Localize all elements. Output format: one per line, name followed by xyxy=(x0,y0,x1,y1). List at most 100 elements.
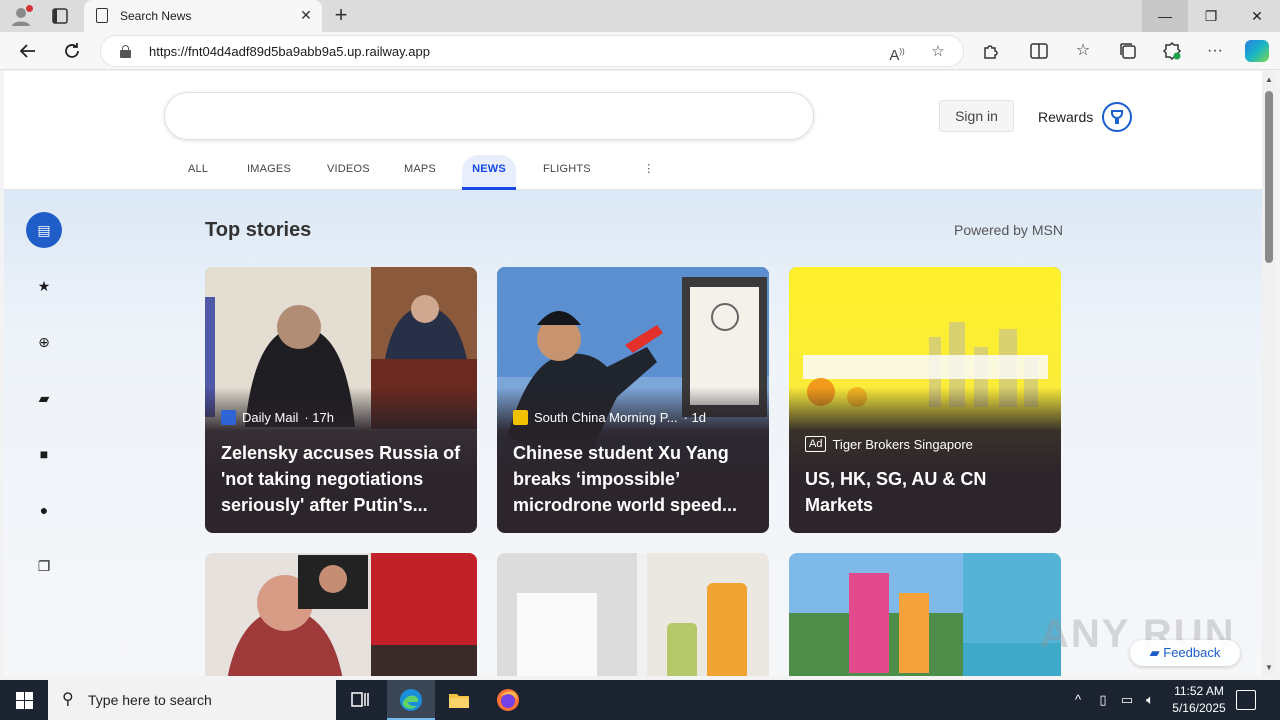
browser-titlebar: Search News ✕ + — ❐ ✕ xyxy=(0,0,1280,32)
source-age: · 17h xyxy=(304,410,334,425)
start-button[interactable] xyxy=(0,680,48,720)
copilot-icon[interactable] xyxy=(1245,40,1269,62)
globe-icon: ⊕ xyxy=(38,334,50,350)
news-card[interactable] xyxy=(497,553,769,676)
search-header: Sign in Rewards ALL IMAGES VIDEOS MAPS N… xyxy=(4,71,1262,203)
web-page: Sign in Rewards ALL IMAGES VIDEOS MAPS N… xyxy=(4,71,1262,676)
feedback-icon: ▰ xyxy=(1149,645,1160,660)
taskbar-search[interactable]: ⚲ Type here to search xyxy=(48,680,336,720)
edge-icon xyxy=(400,689,422,711)
feedback-button[interactable]: ▰ Feedback xyxy=(1130,640,1240,666)
url-text[interactable]: https://fnt04d4adf89d5ba9abb9a5.up.railw… xyxy=(149,44,430,59)
tab-title: Search News xyxy=(120,9,192,23)
minimize-button[interactable]: — xyxy=(1142,0,1188,32)
taskbar-file-explorer[interactable] xyxy=(435,680,483,720)
tab-videos[interactable]: VIDEOS xyxy=(317,155,380,187)
rewards-label[interactable]: Rewards xyxy=(1038,109,1093,125)
card-headline[interactable]: US, HK, SG, AU & CN Markets xyxy=(805,466,1045,518)
browser-toolbar: https://fnt04d4adf89d5ba9abb9a5.up.railw… xyxy=(0,32,1280,70)
feedback-label: Feedback xyxy=(1163,645,1221,660)
source-name: Daily Mail xyxy=(242,410,299,425)
profile-icon[interactable] xyxy=(10,5,33,27)
news-card[interactable]: Daily Mail · 17h Zelensky accuses Russia… xyxy=(205,267,477,533)
taskbar-edge[interactable] xyxy=(387,680,435,720)
stack-icon: ❐ xyxy=(37,558,51,574)
news-card[interactable] xyxy=(789,553,1061,676)
notification-icon[interactable] xyxy=(1236,690,1256,710)
rail-more-topics[interactable]: ❐ xyxy=(26,548,62,584)
ad-card[interactable]: Ad Tiger Brokers Singapore US, HK, SG, A… xyxy=(789,267,1061,533)
card-headline[interactable]: Chinese student Xu Yang breaks ‘impossib… xyxy=(513,440,753,518)
clock-time: 11:52 AM xyxy=(1174,684,1224,698)
network-icon[interactable]: ▭ xyxy=(1117,690,1137,710)
windows-taskbar: ⚲ Type here to search ^ ▯ ▭ 🔈︎ 11:52 AM … xyxy=(0,680,1280,720)
task-view-icon xyxy=(351,692,369,707)
page-scrollbar[interactable]: ▲ ▼ xyxy=(1262,71,1276,676)
taskbar-firefox[interactable] xyxy=(484,680,532,720)
page-icon xyxy=(96,8,108,23)
tab-all[interactable]: ALL xyxy=(178,155,218,187)
lock-icon[interactable] xyxy=(120,45,131,58)
extensions-icon[interactable] xyxy=(980,40,1002,62)
tab-flights[interactable]: FLIGHTS xyxy=(533,155,601,187)
collections-icon[interactable] xyxy=(1117,40,1139,62)
maximize-button[interactable]: ❐ xyxy=(1188,0,1234,32)
taskbar-search-placeholder: Type here to search xyxy=(88,692,212,708)
taskbar-clock[interactable]: 11:52 AM 5/16/2025 xyxy=(1160,683,1238,717)
rail-favorites[interactable]: ★ xyxy=(26,268,62,304)
search-input[interactable] xyxy=(164,92,814,140)
favorite-star-icon[interactable]: ☆ xyxy=(928,42,948,62)
tab-images[interactable]: IMAGES xyxy=(237,155,301,187)
newspaper-icon: ▤ xyxy=(37,222,51,238)
device-icon[interactable]: ▯ xyxy=(1093,690,1113,710)
windows-logo-icon xyxy=(16,692,24,700)
clock-date: 5/16/2025 xyxy=(1172,701,1226,715)
browser-essentials-icon[interactable] xyxy=(1161,40,1183,62)
rail-entertainment[interactable]: ▰ xyxy=(26,380,62,416)
new-tab-button[interactable]: + xyxy=(331,4,351,26)
firefox-icon xyxy=(497,689,519,711)
tab-more[interactable]: ⋮ MORE xyxy=(622,155,676,203)
read-aloud-icon[interactable]: A)) xyxy=(887,42,907,64)
source-age: · 1d xyxy=(683,410,706,425)
refresh-button[interactable] xyxy=(60,39,84,63)
favorites-icon[interactable]: ☆ xyxy=(1072,40,1094,62)
card-image xyxy=(497,553,769,676)
clapper-icon: ▰ xyxy=(38,390,50,406)
rail-world[interactable]: ⊕ xyxy=(26,324,62,360)
rail-sports[interactable]: ● xyxy=(26,492,62,528)
sign-in-button[interactable]: Sign in xyxy=(939,100,1014,132)
close-window-button[interactable]: ✕ xyxy=(1234,0,1280,32)
card-headline[interactable]: Zelensky accuses Russia of 'not taking n… xyxy=(221,440,461,518)
back-button[interactable] xyxy=(16,39,40,63)
folder-icon xyxy=(449,694,469,708)
scroll-down-icon[interactable]: ▼ xyxy=(1264,663,1274,672)
more-menu-icon[interactable]: ··· xyxy=(1204,40,1226,62)
tab-news[interactable]: NEWS xyxy=(462,155,516,190)
rail-top-stories[interactable]: ▤ xyxy=(26,212,62,248)
news-card[interactable]: South China Morning P... · 1d Chinese st… xyxy=(497,267,769,533)
news-card[interactable] xyxy=(205,553,477,676)
tray-overflow-icon[interactable]: ^ xyxy=(1068,690,1088,710)
scroll-up-icon[interactable]: ▲ xyxy=(1264,75,1274,84)
source-name: South China Morning P... xyxy=(534,410,678,425)
star-icon: ★ xyxy=(37,278,51,294)
ball-icon: ● xyxy=(39,502,49,518)
ad-badge: Ad xyxy=(805,436,827,452)
profile-alert-dot xyxy=(26,5,33,12)
close-tab-icon[interactable]: ✕ xyxy=(298,7,314,23)
card-image xyxy=(205,553,477,676)
tab-maps[interactable]: MAPS xyxy=(394,155,446,187)
rewards-trophy-icon[interactable] xyxy=(1102,102,1132,132)
daily-mail-logo-icon xyxy=(221,410,236,425)
address-bar[interactable]: https://fnt04d4adf89d5ba9abb9a5.up.railw… xyxy=(100,35,964,67)
scroll-thumb[interactable] xyxy=(1265,91,1273,263)
card-source: Ad Tiger Brokers Singapore xyxy=(805,436,973,452)
rail-business[interactable]: ■ xyxy=(26,436,62,472)
volume-icon[interactable]: 🔈︎ xyxy=(1140,690,1160,710)
browser-tab-active[interactable]: Search News ✕ xyxy=(84,0,322,32)
tab-actions-icon[interactable] xyxy=(50,6,70,26)
task-view-button[interactable] xyxy=(336,680,384,720)
split-screen-icon[interactable] xyxy=(1028,40,1050,62)
search-icon: ⚲ xyxy=(62,691,74,708)
